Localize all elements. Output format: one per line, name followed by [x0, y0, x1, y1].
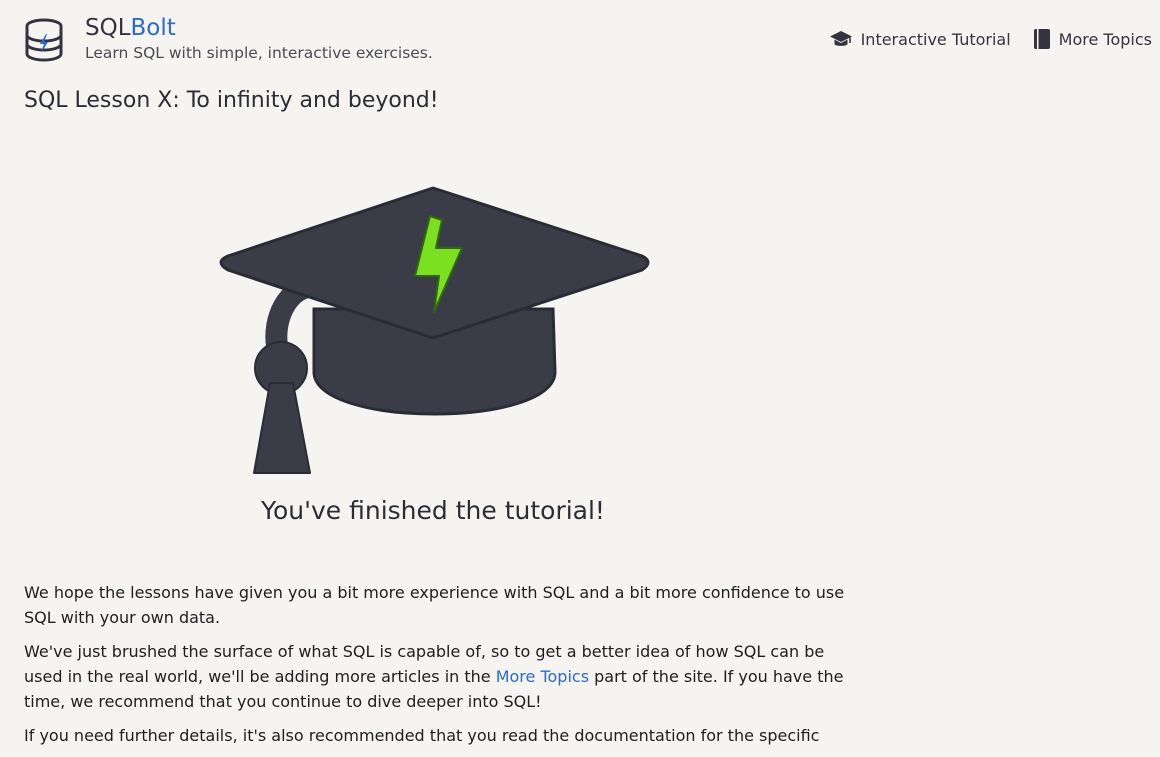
page-title: SQL Lesson X: To infinity and beyond! — [24, 88, 439, 113]
paragraph-3: If you need further details, it's also r… — [24, 726, 820, 745]
graduation-cap-icon — [829, 31, 852, 46]
nav-more-topics[interactable]: More Topics — [1033, 28, 1152, 50]
site-tagline: Learn SQL with simple, interactive exerc… — [85, 44, 433, 62]
finished-caption: You've finished the tutorial! — [261, 496, 605, 525]
graduation-cap-bolt-illustration — [219, 186, 650, 474]
lesson-content: We hope the lessons have given you a bit… — [24, 580, 854, 757]
nav-interactive-tutorial[interactable]: Interactive Tutorial — [829, 28, 1011, 50]
paragraph-1: We hope the lessons have given you a bit… — [24, 583, 845, 627]
brand-suffix: Bolt — [130, 15, 176, 41]
more-topics-link[interactable]: More Topics — [496, 667, 589, 686]
brand-prefix: SQL — [85, 15, 131, 41]
top-nav: Interactive Tutorial More Topics — [829, 28, 1152, 50]
database-bolt-icon[interactable] — [24, 18, 64, 62]
site-brand[interactable]: SQLBolt — [85, 14, 176, 42]
nav-more-topics-label: More Topics — [1058, 29, 1152, 49]
paragraph-2: We've just brushed the surface of what S… — [24, 639, 854, 714]
book-icon — [1033, 29, 1050, 49]
site-header: SQLBolt Learn SQL with simple, interacti… — [0, 0, 1160, 80]
nav-interactive-tutorial-label: Interactive Tutorial — [860, 29, 1011, 49]
